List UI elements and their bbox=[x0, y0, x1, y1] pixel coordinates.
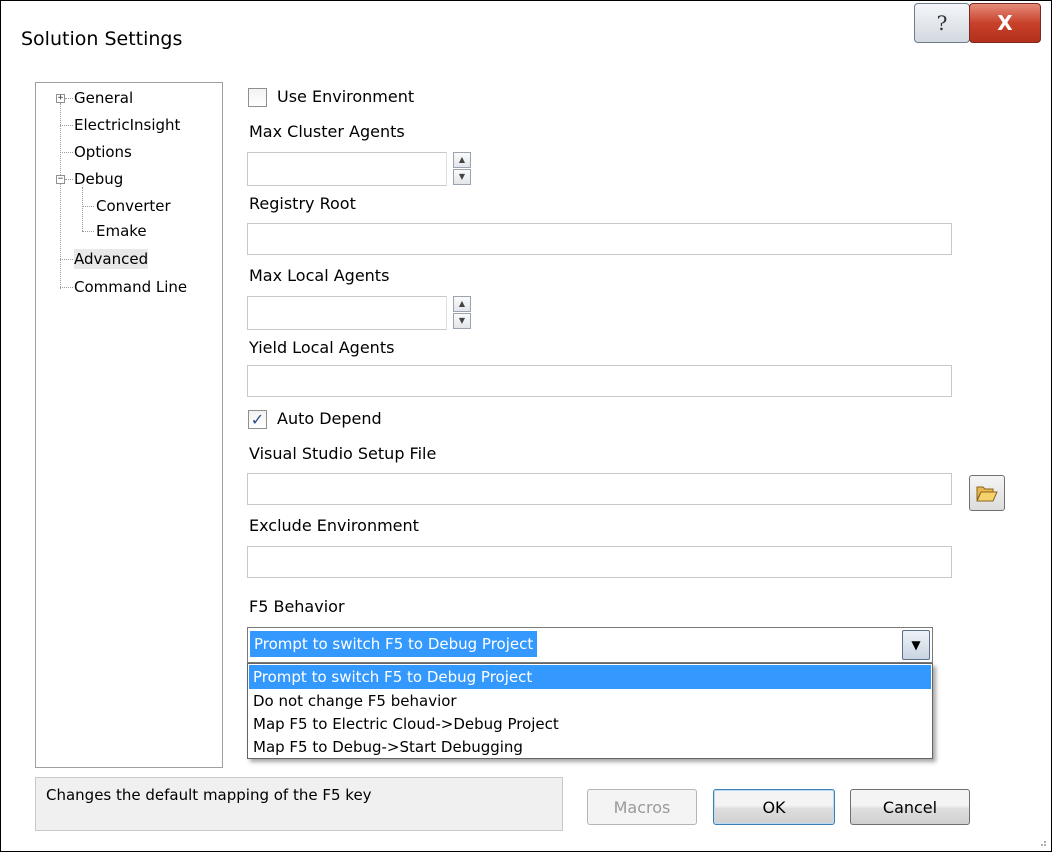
use-environment-checkbox[interactable] bbox=[248, 88, 267, 107]
expand-icon[interactable]: + bbox=[56, 94, 65, 103]
dropdown-arrow-button[interactable]: ▼ bbox=[902, 630, 930, 660]
tree-connector bbox=[65, 98, 73, 99]
yield-local-agents-input[interactable] bbox=[247, 365, 952, 397]
tree-connector bbox=[60, 152, 73, 153]
collapse-icon[interactable]: − bbox=[56, 175, 65, 184]
max-cluster-agents-input[interactable] bbox=[247, 152, 447, 186]
auto-depend-label: Auto Depend bbox=[277, 409, 382, 428]
f5-behavior-label: F5 Behavior bbox=[249, 597, 345, 616]
resize-grip-icon[interactable] bbox=[1037, 837, 1047, 847]
exclude-environment-input[interactable] bbox=[247, 546, 952, 578]
tree-connector bbox=[60, 103, 61, 289]
spin-down-icon[interactable]: ▼ bbox=[453, 313, 471, 329]
f5-behavior-select[interactable]: Prompt to switch F5 to Debug Project ▼ bbox=[247, 627, 933, 663]
tree-connector bbox=[82, 206, 94, 207]
help-icon: ? bbox=[936, 11, 948, 35]
tree-connector bbox=[82, 187, 83, 231]
tree-connector bbox=[65, 179, 73, 180]
tree-item-debug[interactable]: Debug bbox=[74, 169, 123, 189]
spin-down-icon[interactable]: ▼ bbox=[453, 169, 471, 185]
tree-item-command-line[interactable]: Command Line bbox=[74, 277, 187, 297]
settings-tree[interactable]: + − General ElectricInsight Options Debu… bbox=[35, 82, 223, 768]
chevron-down-icon: ▼ bbox=[911, 638, 921, 652]
close-button[interactable]: X bbox=[969, 3, 1041, 43]
tree-connector bbox=[60, 125, 73, 126]
tree-item-emake[interactable]: Emake bbox=[96, 221, 147, 241]
spin-up-icon[interactable]: ▲ bbox=[453, 296, 471, 312]
spin-up-icon[interactable]: ▲ bbox=[453, 152, 471, 168]
browse-button[interactable] bbox=[969, 475, 1005, 511]
max-local-agents-input[interactable] bbox=[247, 296, 447, 330]
checkmark-icon: ✓ bbox=[250, 410, 265, 429]
vs-setup-file-label: Visual Studio Setup File bbox=[249, 444, 437, 463]
yield-local-agents-label: Yield Local Agents bbox=[249, 338, 395, 357]
tree-connector bbox=[82, 231, 94, 232]
title-bar: Solution Settings ? X bbox=[1, 1, 1053, 71]
max-cluster-agents-label: Max Cluster Agents bbox=[249, 122, 405, 141]
max-local-agents-label: Max Local Agents bbox=[249, 266, 390, 285]
help-button[interactable]: ? bbox=[914, 3, 970, 43]
dropdown-option[interactable]: Do not change F5 behavior bbox=[249, 689, 931, 713]
tree-item-converter[interactable]: Converter bbox=[96, 196, 171, 216]
max-cluster-agents-spinner[interactable]: ▲ ▼ bbox=[453, 152, 471, 186]
use-environment-label: Use Environment bbox=[277, 87, 415, 106]
solution-settings-dialog: Solution Settings ? X + − General Electr… bbox=[0, 0, 1052, 852]
tree-connector bbox=[60, 259, 73, 260]
tree-item-general[interactable]: General bbox=[74, 88, 133, 108]
ok-button[interactable]: OK bbox=[713, 789, 835, 825]
macros-button[interactable]: Macros bbox=[587, 789, 697, 825]
f5-behavior-selected-value: Prompt to switch F5 to Debug Project bbox=[250, 631, 538, 657]
window-title: Solution Settings bbox=[21, 28, 183, 50]
exclude-environment-label: Exclude Environment bbox=[249, 516, 419, 535]
tree-item-advanced[interactable]: Advanced bbox=[74, 249, 149, 269]
vs-setup-file-input[interactable] bbox=[247, 473, 952, 505]
close-icon: X bbox=[997, 11, 1013, 35]
f5-behavior-dropdown-list: Prompt to switch F5 to Debug Project Do … bbox=[247, 663, 933, 759]
registry-root-input[interactable] bbox=[247, 223, 952, 255]
registry-root-label: Registry Root bbox=[249, 194, 356, 213]
description-text: Changes the default mapping of the F5 ke… bbox=[46, 786, 372, 804]
dropdown-option[interactable]: Prompt to switch F5 to Debug Project bbox=[249, 665, 931, 689]
tree-item-options[interactable]: Options bbox=[74, 142, 132, 162]
tree-item-electricinsight[interactable]: ElectricInsight bbox=[74, 115, 180, 135]
dropdown-option[interactable]: Map F5 to Electric Cloud->Debug Project bbox=[249, 712, 931, 736]
description-panel: Changes the default mapping of the F5 ke… bbox=[35, 777, 563, 831]
tree-connector bbox=[60, 287, 73, 288]
auto-depend-checkbox[interactable]: ✓ bbox=[248, 410, 267, 429]
dropdown-option[interactable]: Map F5 to Debug->Start Debugging bbox=[249, 735, 931, 759]
cancel-button[interactable]: Cancel bbox=[850, 789, 970, 825]
max-local-agents-spinner[interactable]: ▲ ▼ bbox=[453, 296, 471, 330]
folder-open-icon bbox=[976, 486, 998, 502]
